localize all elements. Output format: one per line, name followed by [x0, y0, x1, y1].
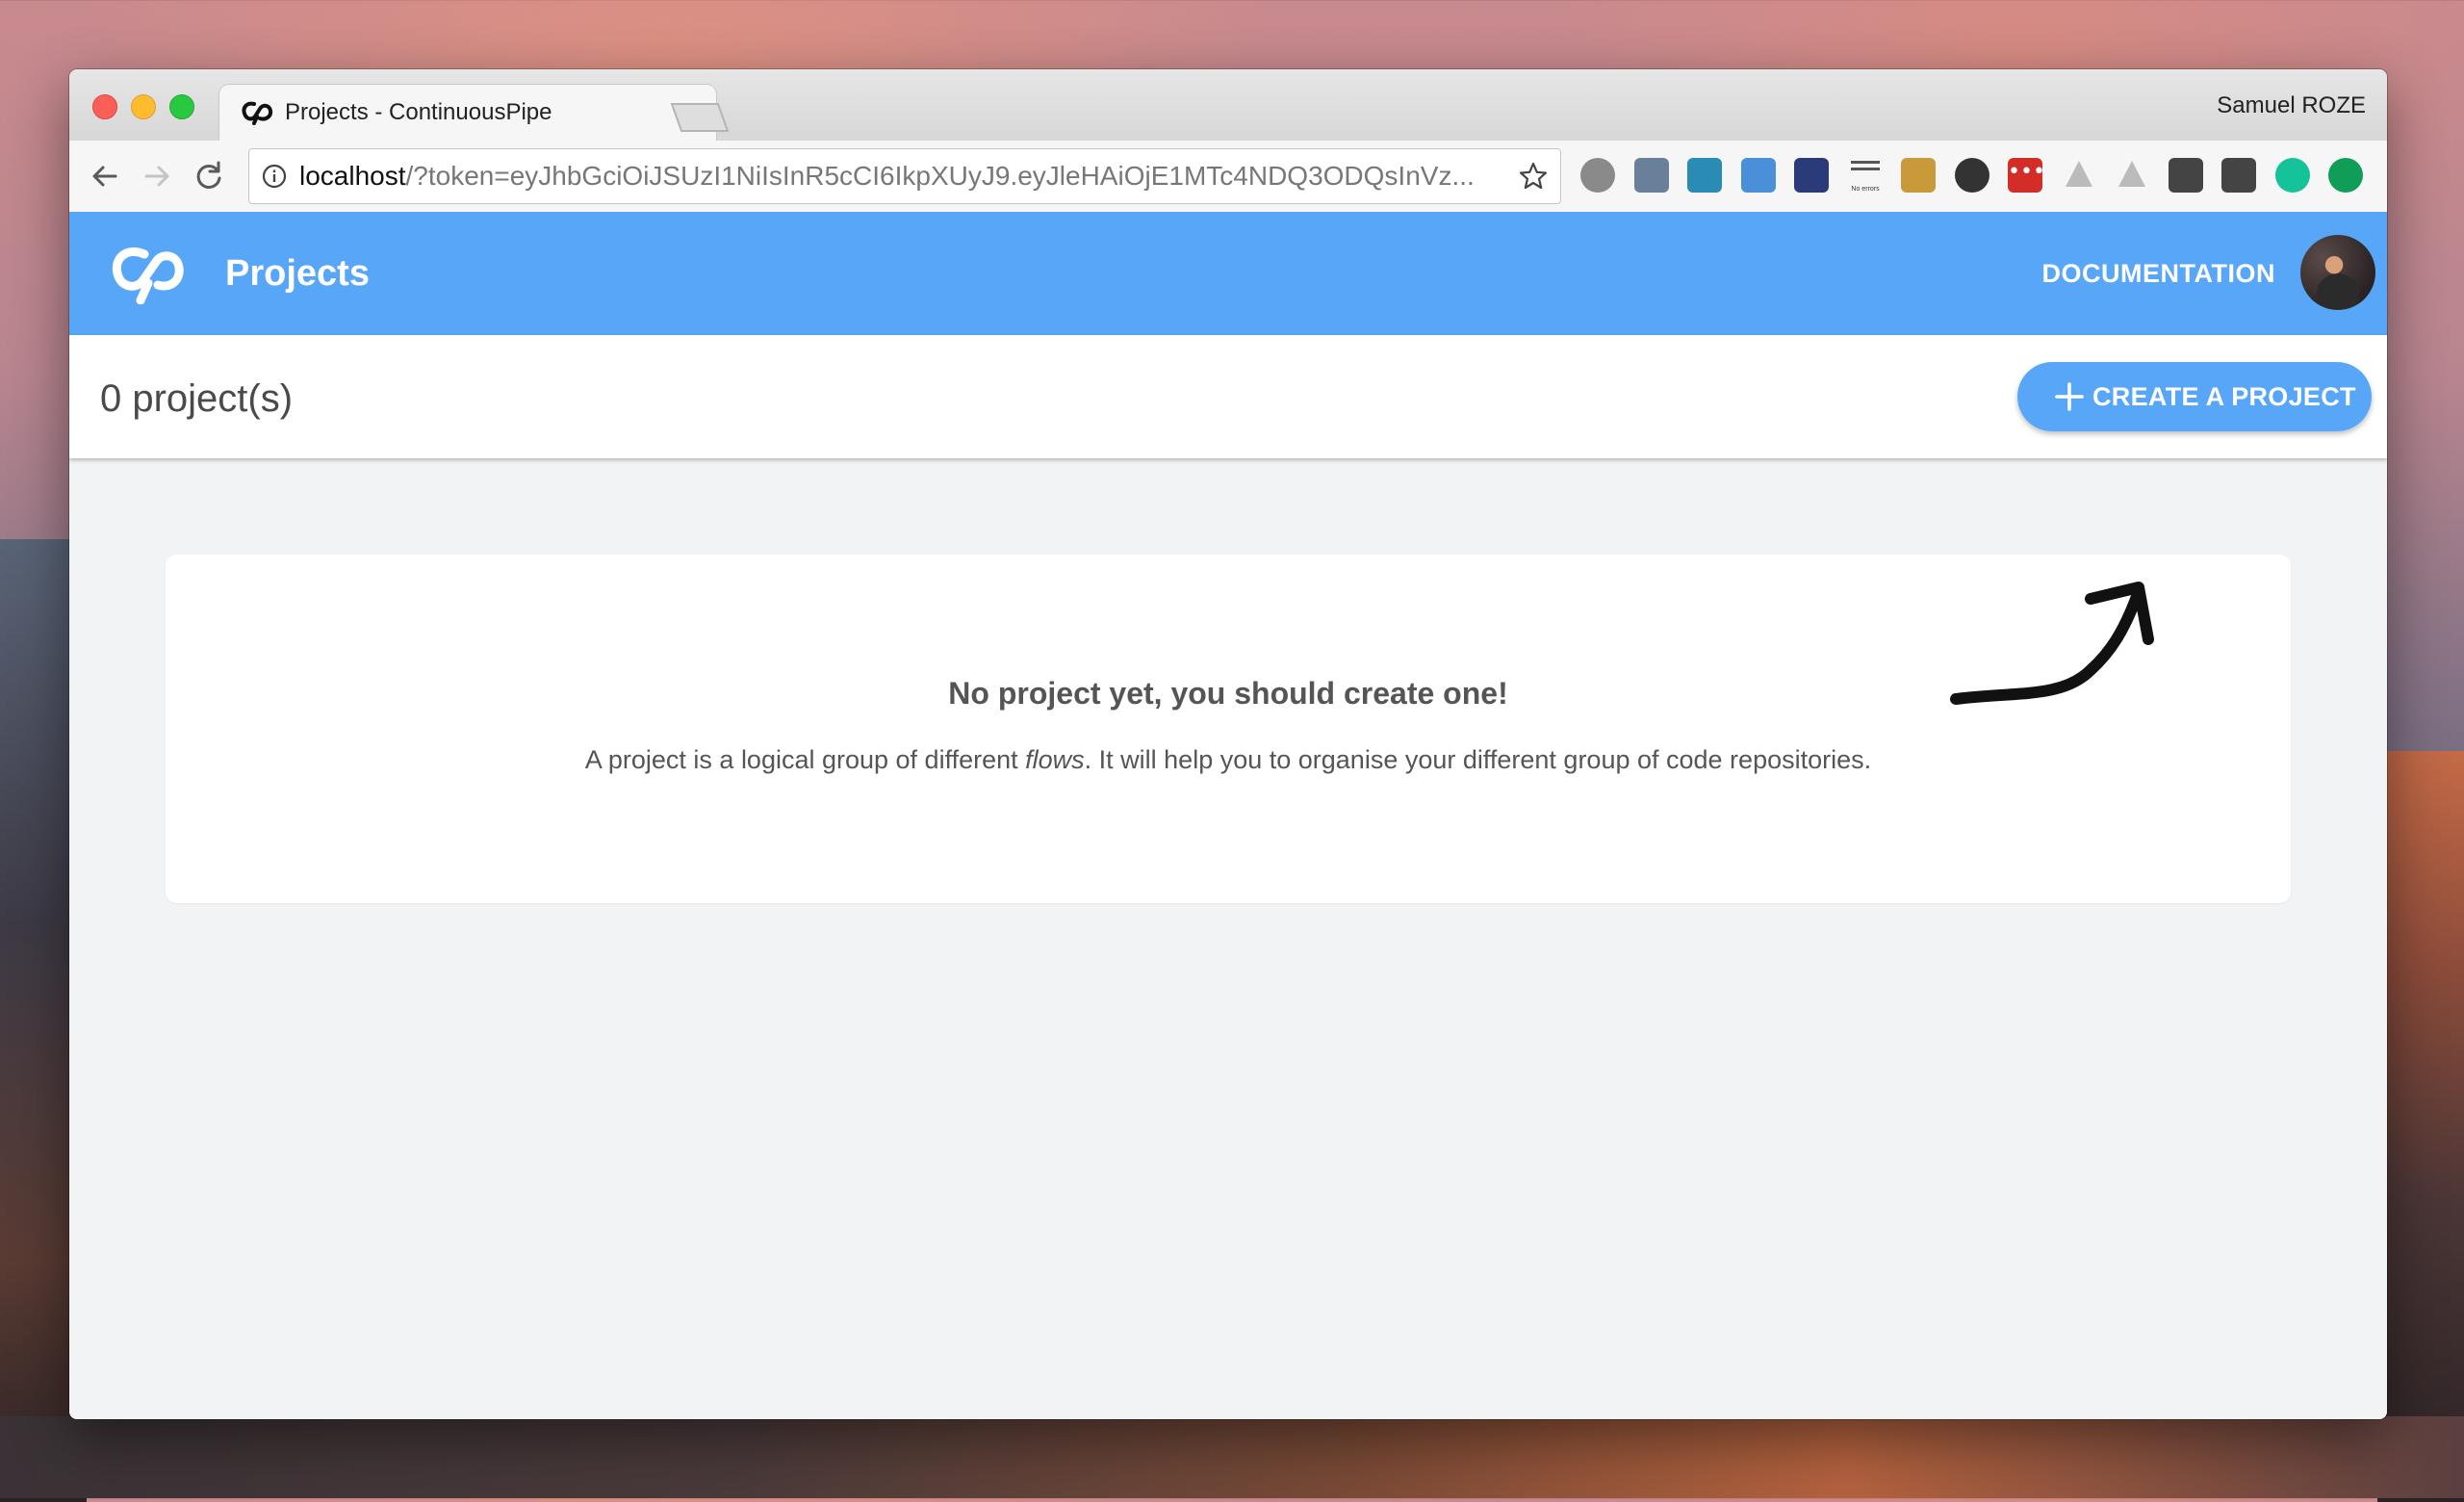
create-project-button[interactable]: CREATE A PROJECT — [2017, 362, 2372, 431]
page-title: Projects — [225, 253, 370, 294]
back-arrow-icon[interactable] — [87, 158, 123, 194]
plus-icon — [2055, 382, 2084, 411]
continuouspipe-favicon-icon — [242, 101, 273, 125]
url-path: /?token=eyJhbGciOiJSUzI1NiIsInR5cCI6IkpX… — [405, 161, 1475, 191]
drive-extension-icon[interactable] — [2115, 158, 2149, 193]
bulb-extension-icon[interactable] — [2221, 158, 2256, 193]
desktop-wallpaper-bottom — [0, 1416, 2464, 1498]
wave-extension-icon[interactable] — [1687, 158, 1722, 193]
angular-extension-icon[interactable] — [2062, 158, 2096, 193]
pointer-extension-icon[interactable] — [1901, 158, 1936, 193]
new-tab-button[interactable] — [670, 102, 730, 133]
tab-strip: Projects - ContinuousPipe × Samuel ROZE — [69, 69, 2387, 141]
mail-extension-icon[interactable] — [2169, 158, 2203, 193]
main-content: No project yet, you should create one! A… — [69, 458, 2387, 1419]
tab-projects[interactable]: Projects - ContinuousPipe × — [219, 85, 716, 141]
address-bar[interactable]: localhost/?token=eyJhbGciOiJSUzI1NiIsInR… — [248, 148, 1561, 204]
info-icon[interactable] — [261, 163, 288, 190]
flows-term: flows — [1025, 745, 1085, 774]
close-window-button[interactable] — [92, 94, 117, 119]
desc-part-2: . It will help you to organise your diff… — [1084, 745, 1872, 774]
no-errors-extension-icon[interactable]: No errors — [1848, 158, 1883, 193]
browser-window: Projects - ContinuousPipe × Samuel ROZE … — [69, 69, 2387, 1419]
night-extension-icon[interactable] — [1794, 158, 1829, 193]
reload-icon[interactable] — [191, 158, 227, 194]
tab-title: Projects - ContinuousPipe — [285, 99, 552, 125]
create-project-label: CREATE A PROJECT — [2092, 382, 2356, 411]
empty-state-title: No project yet, you should create one! — [948, 676, 1508, 711]
grammarly-extension-icon[interactable] — [2275, 158, 2310, 193]
profile-name[interactable]: Samuel ROZE — [2217, 92, 2366, 119]
flame-extension-icon[interactable] — [1955, 158, 1989, 193]
minimize-window-button[interactable] — [131, 94, 156, 119]
settings-extension-icon[interactable] — [1580, 158, 1615, 193]
no-errors-label: No errors — [1851, 186, 1880, 193]
projects-subheader: 0 project(s) CREATE A PROJECT — [69, 335, 2387, 458]
dropper-extension-icon[interactable] — [1634, 158, 1669, 193]
url-text[interactable]: localhost/?token=eyJhbGciOiJSUzI1NiIsInR… — [299, 161, 1493, 192]
browser-toolbar: localhost/?token=eyJhbGciOiJSUzI1NiIsInR… — [69, 141, 2387, 213]
desktop-wallpaper-right — [2377, 751, 2464, 1502]
forward-arrow-icon[interactable] — [139, 158, 175, 194]
url-host: localhost — [299, 161, 406, 191]
desc-part-1: A project is a logical group of differen… — [584, 745, 1026, 774]
project-count: 0 project(s) — [100, 377, 294, 420]
bookmark-star-icon[interactable] — [1518, 161, 1549, 192]
lastpass-extension-icon[interactable]: ••• — [2008, 158, 2045, 193]
documentation-link[interactable]: DOCUMENTATION — [2042, 256, 2275, 291]
folder-extension-icon[interactable] — [1741, 158, 1776, 193]
user-avatar[interactable] — [2300, 235, 2375, 310]
app-header: Projects DOCUMENTATION — [69, 212, 2387, 335]
empty-state-description: A project is a logical group of differen… — [166, 743, 2291, 776]
continuouspipe-logo-icon[interactable] — [110, 245, 189, 304]
maximize-window-button[interactable] — [169, 94, 194, 119]
empty-state-card: No project yet, you should create one! A… — [166, 555, 2291, 903]
upload-extension-icon[interactable] — [2328, 158, 2363, 193]
